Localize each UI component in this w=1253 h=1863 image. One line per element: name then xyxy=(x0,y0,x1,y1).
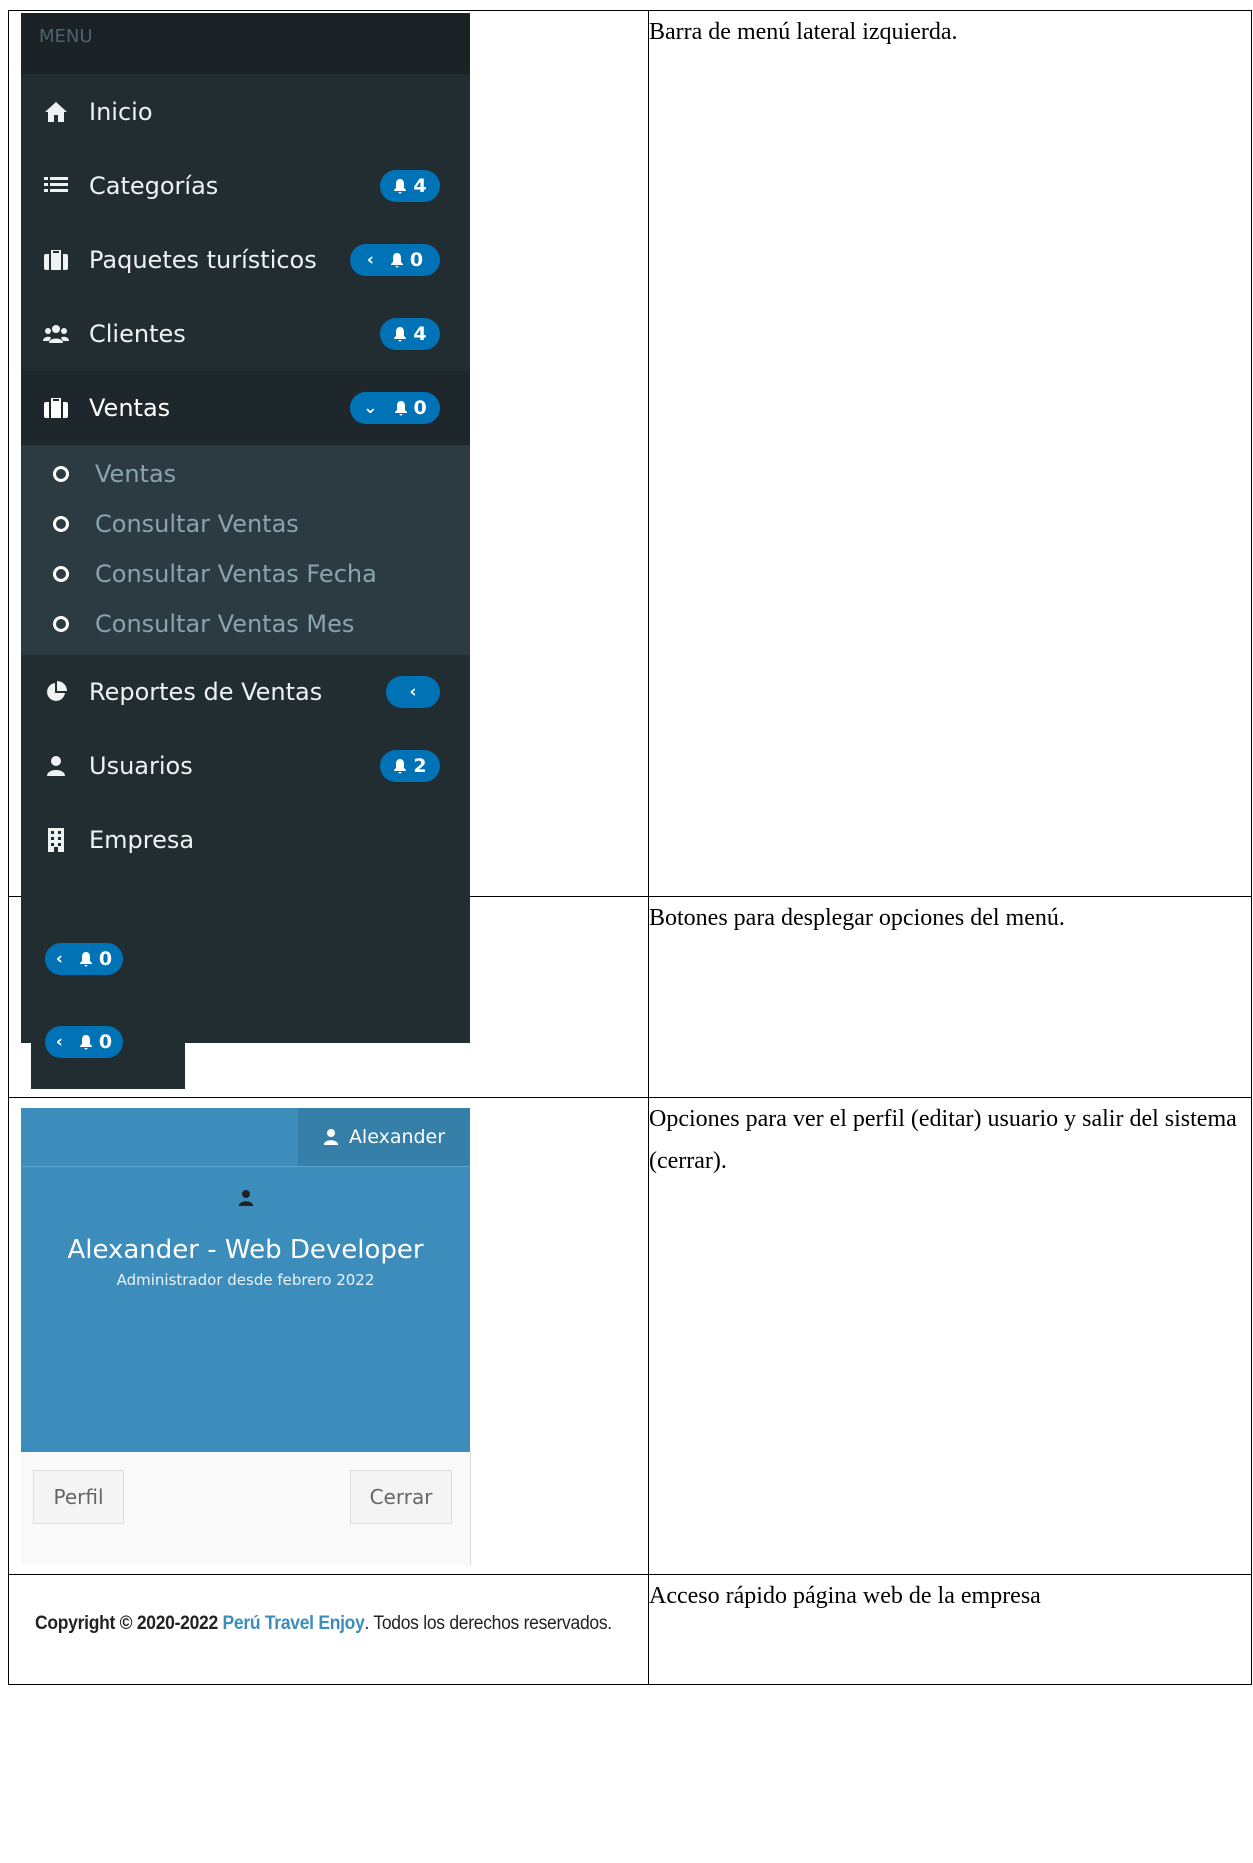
user-icon xyxy=(43,755,69,777)
copyright-prefix: Copyright © 2020-2022 xyxy=(35,1613,218,1634)
building-icon xyxy=(43,828,69,852)
user-footer: Perfil Cerrar xyxy=(21,1452,471,1565)
ventas-submenu: Ventas Consultar Ventas Consultar Ventas… xyxy=(21,445,470,655)
badge-count: 0 xyxy=(98,1031,113,1053)
notification-badge[interactable]: 4 xyxy=(380,318,440,350)
badge-count: 0 xyxy=(409,249,424,271)
submenu-item-label: Ventas xyxy=(95,460,177,488)
sidebar-item-label: Inicio xyxy=(89,97,153,126)
home-icon xyxy=(43,101,69,123)
description-text: Barra de menú lateral izquierda. xyxy=(649,19,958,45)
description-cell: Acceso rápido página web de la empresa xyxy=(648,1574,1252,1685)
badge-count: 2 xyxy=(413,755,427,777)
circle-icon xyxy=(53,466,69,482)
collapse-badge[interactable]: ⌄ 0 xyxy=(350,392,440,424)
bell-icon xyxy=(390,253,403,268)
table-row: MENU Inicio Categorías 4 Paquetes turíst… xyxy=(8,10,1252,1043)
chevron-down-icon: ⌄ xyxy=(363,398,378,418)
profile-cell: Alexander Alexander - Web Developer Admi… xyxy=(8,1097,649,1575)
expand-badge[interactable]: ‹ 0 xyxy=(45,943,123,975)
submenu-item-consultar-ventas[interactable]: Consultar Ventas xyxy=(21,499,470,549)
submenu-item-ventas[interactable]: Ventas xyxy=(21,449,470,499)
buttons-demo: ‹ 0 ‹ 0 xyxy=(31,922,185,1089)
chevron-left-icon: ‹ xyxy=(55,949,63,969)
description-text: Acceso rápido página web de la empresa xyxy=(649,1583,1041,1609)
suitcase-icon xyxy=(43,398,69,418)
user-full-name: Alexander - Web Developer xyxy=(67,1235,424,1265)
badge-count: 4 xyxy=(413,175,427,197)
description-cell: Opciones para ver el perfil (editar) usu… xyxy=(648,1097,1252,1575)
user-icon xyxy=(323,1129,339,1145)
submenu-item-consultar-ventas-mes[interactable]: Consultar Ventas Mes xyxy=(21,599,470,649)
sidebar: MENU Inicio Categorías 4 Paquetes turíst… xyxy=(21,13,470,1043)
brand-link[interactable]: Perú Travel Enjoy xyxy=(223,1613,365,1634)
copyright-text: Copyright © 2020-2022 Perú Travel Enjoy.… xyxy=(35,1613,612,1635)
description-text: Opciones para ver el perfil (editar) usu… xyxy=(649,1106,1237,1174)
description-cell: Botones para desplegar opciones del menú… xyxy=(648,896,1252,1098)
users-icon xyxy=(43,324,69,344)
circle-icon xyxy=(53,566,69,582)
circle-icon xyxy=(53,516,69,532)
description-text: Botones para desplegar opciones del menú… xyxy=(649,905,1065,931)
user-icon xyxy=(21,1189,470,1213)
bell-icon xyxy=(79,1035,92,1050)
copyright-suffix: . Todos los derechos reservados. xyxy=(364,1613,613,1634)
user-header: Alexander - Web Developer Administrador … xyxy=(21,1166,470,1452)
sidebar-item-label: Reportes de Ventas xyxy=(89,678,323,706)
sidebar-item-usuarios[interactable]: Usuarios 2 xyxy=(21,729,470,803)
circle-icon xyxy=(53,616,69,632)
sidebar-item-categorias[interactable]: Categorías 4 xyxy=(21,149,470,223)
user-menu-name: Alexander xyxy=(348,1126,446,1148)
bell-icon xyxy=(79,952,92,967)
bell-icon xyxy=(394,401,407,416)
sidebar-item-reportes[interactable]: Reportes de Ventas ‹ xyxy=(21,655,470,729)
table-row: Alexander Alexander - Web Developer Admi… xyxy=(8,1097,1252,1575)
submenu-item-label: Consultar Ventas xyxy=(95,510,299,538)
sidebar-cell: MENU Inicio Categorías 4 Paquetes turíst… xyxy=(8,10,649,1043)
pie-chart-icon xyxy=(43,681,69,703)
list-icon xyxy=(43,176,69,196)
table-row: Copyright © 2020-2022 Perú Travel Enjoy.… xyxy=(8,1574,1252,1685)
chevron-left-icon: ‹ xyxy=(55,1032,63,1052)
profile-dropdown: Alexander Alexander - Web Developer Admi… xyxy=(21,1108,471,1565)
chevron-left-icon: ‹ xyxy=(409,682,417,702)
bell-icon xyxy=(394,327,407,342)
expand-badge[interactable]: ‹ 0 xyxy=(350,244,440,276)
submenu-item-label: Consultar Ventas Mes xyxy=(95,610,355,638)
sidebar-item-label: Empresa xyxy=(89,826,195,854)
badge-count: 4 xyxy=(413,323,427,345)
sidebar-item-label: Usuarios xyxy=(89,752,193,780)
sidebar-item-label: Categorías xyxy=(89,172,219,200)
description-cell: Barra de menú lateral izquierda. xyxy=(648,10,1252,897)
document-table: MENU Inicio Categorías 4 Paquetes turíst… xyxy=(8,10,1252,1685)
sidebar-item-clientes[interactable]: Clientes 4 xyxy=(21,297,470,371)
logout-button[interactable]: Cerrar xyxy=(350,1470,452,1524)
sidebar-item-label: Ventas xyxy=(89,394,171,422)
sidebar-item-empresa[interactable]: Empresa xyxy=(21,803,470,877)
menu-header: MENU xyxy=(21,13,470,74)
table-row: ‹ 0 ‹ 0 Botones para desplegar opciones … xyxy=(8,896,1252,1098)
user-since: Administrador desde febrero 2022 xyxy=(116,1271,375,1289)
sidebar-item-label: Clientes xyxy=(89,320,186,348)
badge-count: 0 xyxy=(98,948,113,970)
bell-icon xyxy=(394,179,407,194)
sidebar-item-label: Paquetes turísticos xyxy=(89,246,317,274)
badge-count: 0 xyxy=(413,397,427,419)
expand-badge[interactable]: ‹ 0 xyxy=(45,1026,123,1058)
suitcase-icon xyxy=(43,250,69,270)
submenu-item-consultar-ventas-fecha[interactable]: Consultar Ventas Fecha xyxy=(21,549,470,599)
footer-cell: Copyright © 2020-2022 Perú Travel Enjoy.… xyxy=(8,1574,649,1685)
buttons-cell: ‹ 0 ‹ 0 xyxy=(8,896,649,1098)
profile-button[interactable]: Perfil xyxy=(33,1470,124,1524)
user-menu-toggle[interactable]: Alexander xyxy=(298,1108,470,1166)
submenu-item-label: Consultar Ventas Fecha xyxy=(95,560,377,588)
bell-icon xyxy=(394,759,407,774)
sidebar-item-inicio[interactable]: Inicio xyxy=(21,74,470,149)
notification-badge[interactable]: 4 xyxy=(380,170,440,202)
notification-badge[interactable]: 2 xyxy=(380,750,440,782)
expand-badge[interactable]: ‹ xyxy=(386,676,440,708)
chevron-left-icon: ‹ xyxy=(366,250,374,270)
sidebar-item-ventas[interactable]: Ventas ⌄ 0 xyxy=(21,371,470,445)
sidebar-item-paquetes[interactable]: Paquetes turísticos ‹ 0 xyxy=(21,223,470,297)
